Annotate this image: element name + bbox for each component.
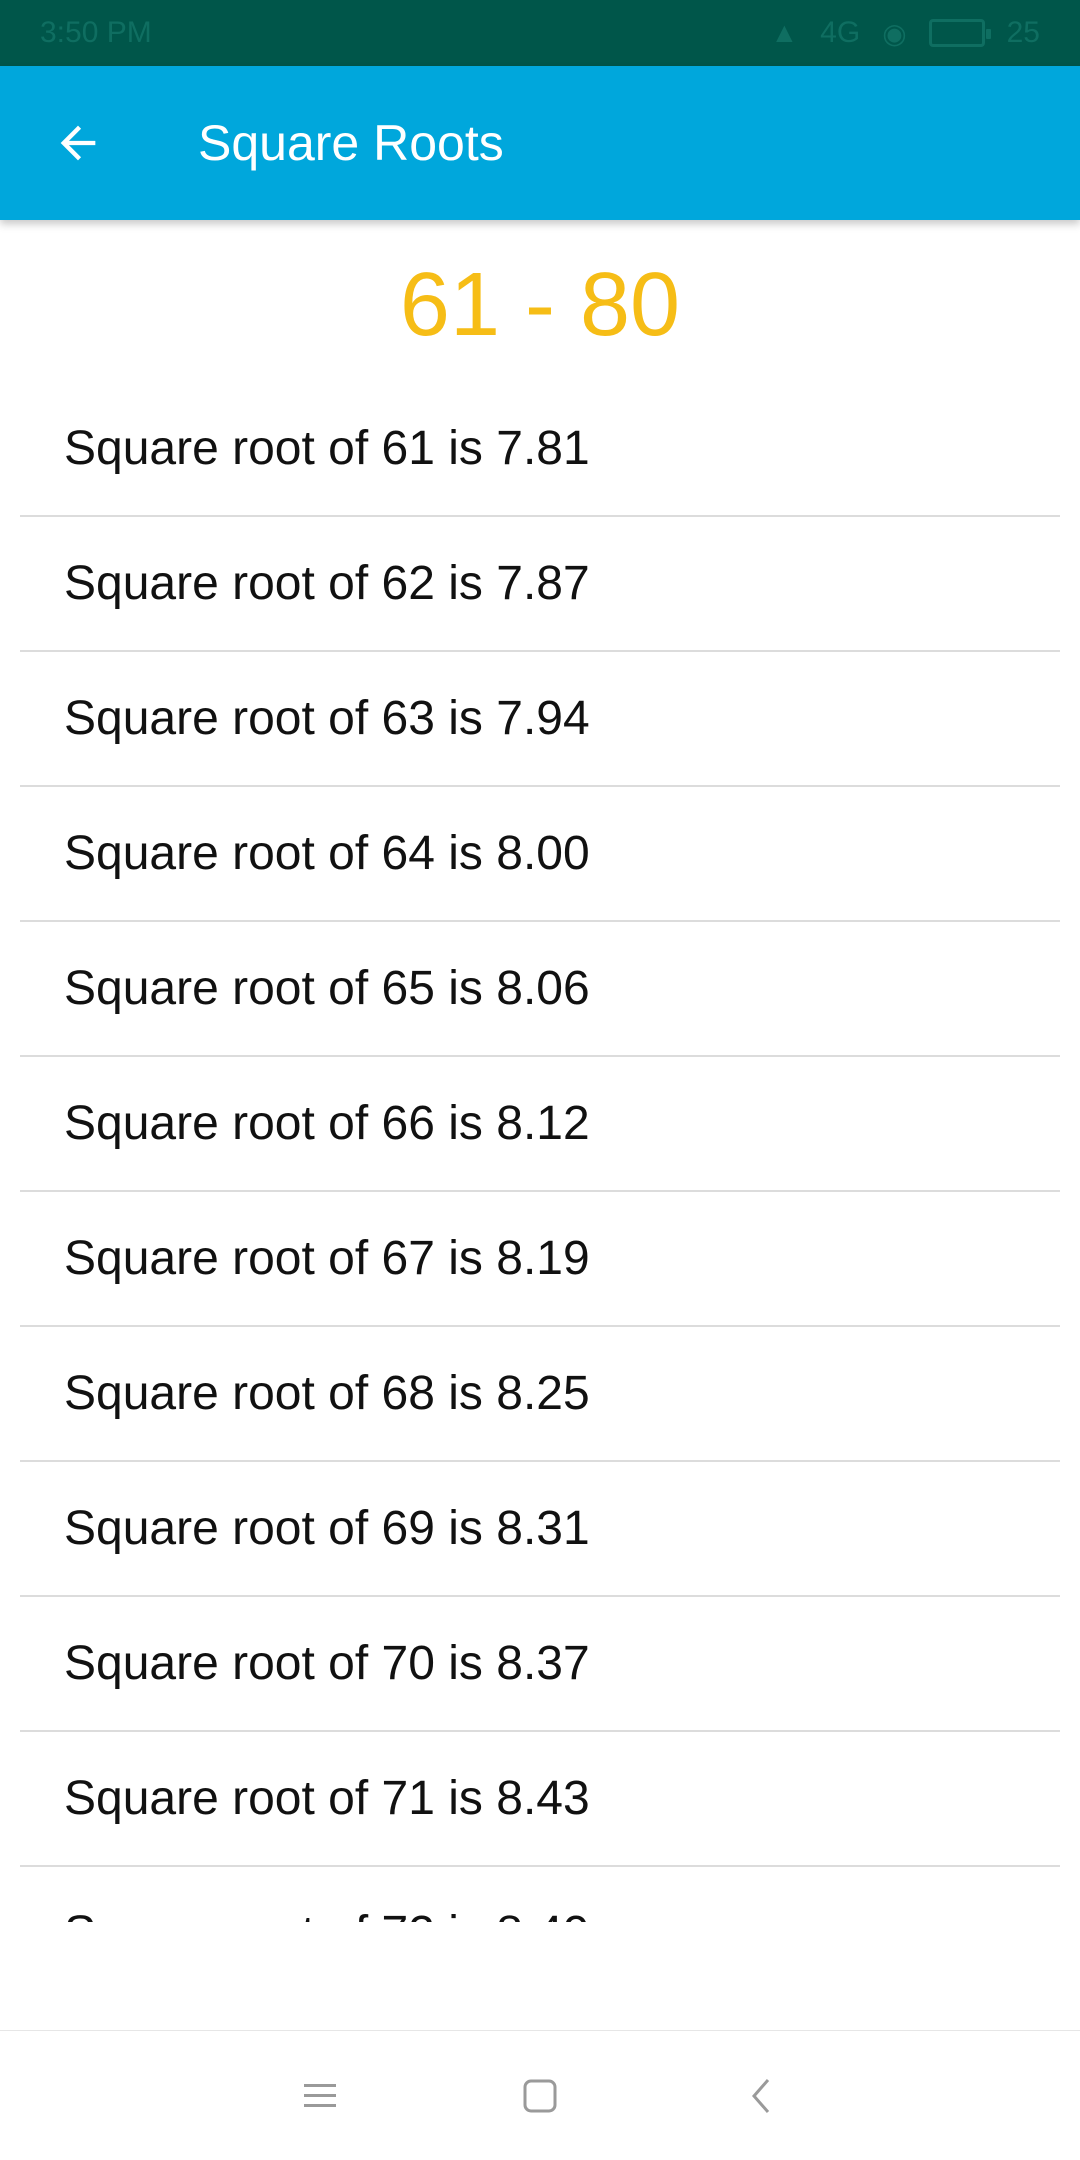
list-item[interactable]: Square root of 62 is 7.87	[20, 517, 1060, 652]
range-heading: 61 - 80	[399, 254, 681, 355]
app-bar: Square Roots	[0, 66, 1080, 220]
page-title: Square Roots	[198, 115, 504, 171]
square-roots-list[interactable]: Square root of 61 is 7.81 Square root of…	[0, 382, 1080, 1922]
wifi-icon: ◉	[882, 17, 907, 49]
list-item[interactable]: Square root of 63 is 7.94	[20, 652, 1060, 787]
list-item[interactable]: Square root of 67 is 8.19	[20, 1192, 1060, 1327]
list-item[interactable]: Square root of 65 is 8.06	[20, 922, 1060, 1057]
back-button[interactable]	[40, 105, 116, 181]
status-icons: ▲ 4G ◉ 25	[770, 16, 1040, 50]
network-type: 4G	[820, 16, 861, 49]
battery-level: 25	[1006, 16, 1040, 49]
list-item[interactable]: Square root of 72 is 8.49	[20, 1867, 1060, 1922]
battery-icon	[928, 19, 991, 47]
menu-button[interactable]	[270, 2046, 370, 2146]
square-home-icon	[523, 2079, 557, 2112]
list-item[interactable]: Square root of 69 is 8.31	[20, 1462, 1060, 1597]
nav-back-button[interactable]	[710, 2046, 810, 2146]
signal-icon: ▲	[770, 17, 799, 48]
list-item[interactable]: Square root of 66 is 8.12	[20, 1057, 1060, 1192]
list-item[interactable]: Square root of 61 is 7.81	[20, 382, 1060, 517]
arrow-left-icon	[60, 125, 96, 161]
chevron-left-icon	[752, 2078, 770, 2113]
list-item[interactable]: Square root of 70 is 8.37	[20, 1597, 1060, 1732]
status-bar: 3:50 PM ▲ 4G ◉ 25	[0, 0, 1080, 66]
list-item[interactable]: Square root of 64 is 8.00	[20, 787, 1060, 922]
menu-icon	[304, 2083, 336, 2107]
status-time: 3:50 PM	[40, 16, 152, 49]
system-nav-bar	[0, 2030, 1080, 2160]
home-button[interactable]	[490, 2046, 590, 2146]
list-item[interactable]: Square root of 68 is 8.25	[20, 1327, 1060, 1462]
list-item[interactable]: Square root of 71 is 8.43	[20, 1732, 1060, 1867]
